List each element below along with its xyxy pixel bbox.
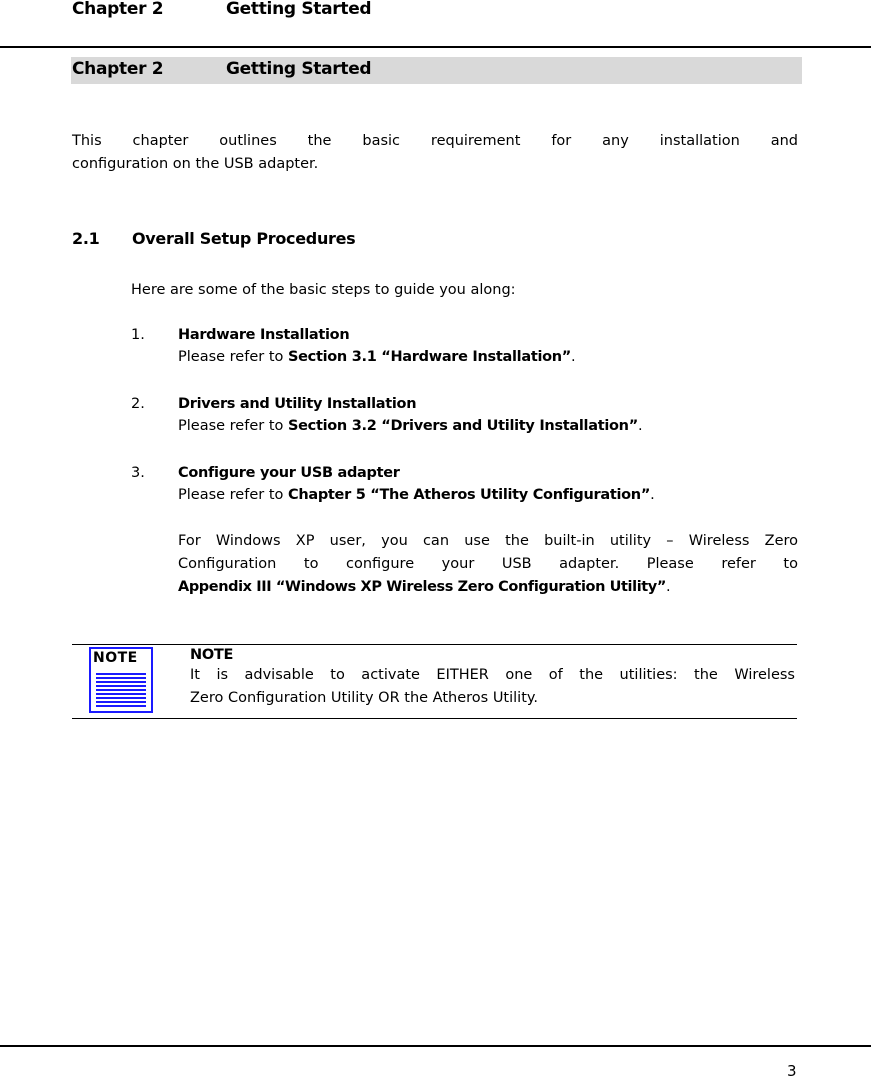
xp-note-line: For Windows XP user, you can use the bui… — [178, 533, 798, 549]
running-header-title: Getting Started — [226, 0, 372, 19]
step-reference-link: Section 3.1 “Hardware Installation” — [288, 349, 572, 365]
step-reference: Please refer to Section 3.1 “Hardware In… — [178, 349, 576, 365]
note-icon-label: NOTE — [93, 650, 138, 666]
windows-xp-note: For Windows XP user, you can use the bui… — [178, 530, 798, 599]
section-title: Overall Setup Procedures — [132, 229, 356, 248]
header-rule — [0, 46, 871, 48]
step-number: 2. — [131, 396, 145, 412]
step-number: 3. — [131, 465, 145, 481]
running-header: Chapter 2 Getting Started — [72, 0, 372, 19]
step-title: Configure your USB adapter — [178, 465, 400, 481]
section-number: 2.1 — [72, 229, 100, 248]
note-icon: NOTE — [89, 647, 153, 713]
intro-line: This chapter outlines the basic requirem… — [72, 133, 798, 149]
xp-note-line: Appendix III “Windows XP Wireless Zero C… — [178, 579, 671, 595]
note-top-rule — [72, 644, 797, 645]
step-reference: Please refer to Chapter 5 “The Atheros U… — [178, 487, 655, 503]
step-reference-link: Section 3.2 “Drivers and Utility Install… — [288, 418, 638, 434]
page-number: 3 — [787, 1062, 797, 1080]
note-bottom-rule — [72, 718, 797, 719]
step-number: 1. — [131, 327, 145, 343]
step-title: Hardware Installation — [178, 327, 350, 343]
xp-note-line: Configuration to configure your USB adap… — [178, 556, 798, 572]
lead-text: Here are some of the basic steps to guid… — [131, 282, 516, 298]
footer-rule — [0, 1045, 871, 1047]
step-reference-link: Chapter 5 “The Atheros Utility Configura… — [288, 487, 651, 503]
chapter-heading: Chapter 2 Getting Started — [71, 57, 802, 84]
step-title: Drivers and Utility Installation — [178, 396, 417, 412]
step-reference: Please refer to Section 3.2 “Drivers and… — [178, 418, 643, 434]
intro-line: configuration on the USB adapter. — [72, 156, 319, 172]
note-label: NOTE — [190, 647, 234, 663]
chapter-number: Chapter 2 — [72, 59, 164, 79]
appendix-reference: Appendix III “Windows XP Wireless Zero C… — [178, 579, 666, 595]
section-heading: 2.1 Overall Setup Procedures — [72, 229, 356, 248]
note-icon-lines — [96, 673, 146, 709]
note-line: Zero Configuration Utility OR the Athero… — [190, 690, 539, 706]
intro-paragraph: This chapter outlines the basic requirem… — [72, 130, 798, 176]
chapter-title: Getting Started — [226, 59, 372, 79]
note-box: NOTE It is advisable to activate EITHER … — [190, 646, 795, 710]
running-header-chapter: Chapter 2 — [72, 0, 164, 19]
note-line: It is advisable to activate EITHER one o… — [190, 667, 795, 683]
